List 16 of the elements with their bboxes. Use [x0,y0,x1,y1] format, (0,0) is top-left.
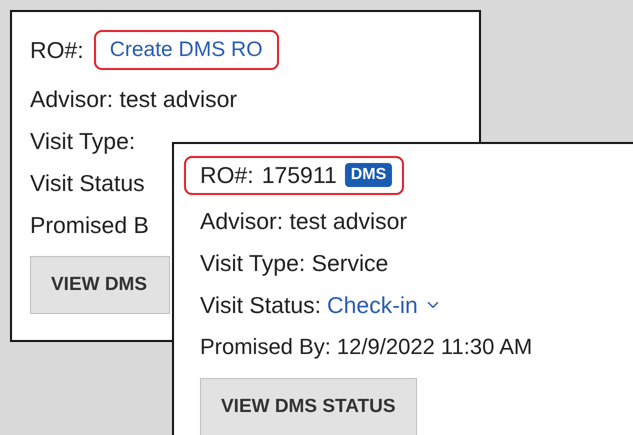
view-dms-button[interactable]: VIEW DMS [30,256,170,314]
dms-badge: DMS [344,163,392,187]
visit-status-label: Visit Status: [200,292,322,318]
visit-type-text: Visit Type: Service [200,250,388,276]
ro-number: 175911 [262,162,337,188]
view-dms-status-button[interactable]: VIEW DMS STATUS [200,378,417,435]
advisor-text: Advisor: test advisor [200,208,408,234]
visit-status-label: Visit Status [30,170,145,196]
ro-label: RO#: [30,36,84,64]
visit-status-dropdown[interactable]: Check-in [321,292,442,318]
advisor-text: Advisor: test advisor [30,86,238,112]
create-ro-link[interactable]: Create DMS RO [110,38,263,62]
ro-label: RO#: [200,162,254,188]
promised-text: Promised By: 12/9/2022 11:30 AM [200,334,532,360]
visit-type-text: Visit Type: [30,128,136,154]
promised-text: Promised B [30,212,149,238]
